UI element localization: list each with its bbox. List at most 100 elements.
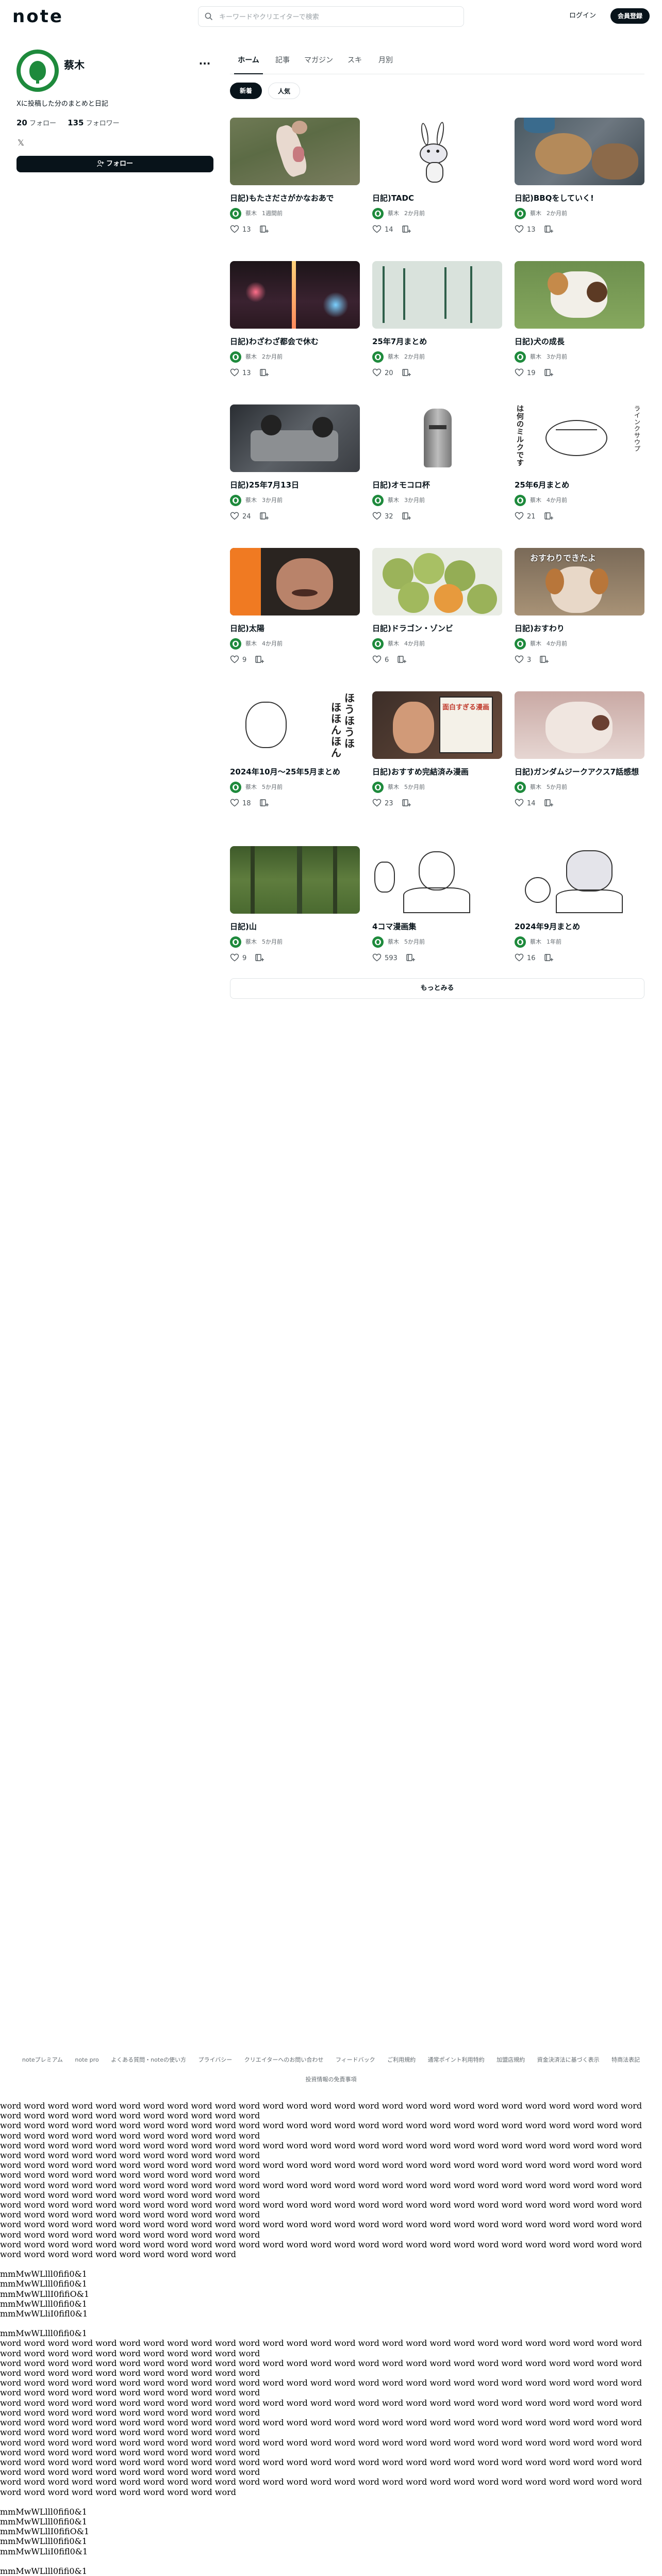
heart-icon[interactable] bbox=[372, 224, 382, 234]
magazine-add-icon[interactable] bbox=[259, 511, 269, 521]
footer-link[interactable]: note pro bbox=[75, 2056, 98, 2063]
article-card[interactable]: 2024年9月まとめ 蔡木 1年前 16 bbox=[515, 846, 644, 963]
author-avatar[interactable] bbox=[230, 208, 241, 219]
author-name[interactable]: 蔡木 bbox=[245, 210, 257, 217]
author-name[interactable]: 蔡木 bbox=[530, 497, 541, 504]
footer-link[interactable]: 投資情報の免責事項 bbox=[306, 2076, 357, 2083]
author-name[interactable]: 蔡木 bbox=[245, 640, 257, 647]
heart-icon[interactable] bbox=[230, 655, 239, 664]
magazine-add-icon[interactable] bbox=[397, 655, 407, 664]
magazine-add-icon[interactable] bbox=[255, 655, 264, 664]
article-thumbnail[interactable] bbox=[230, 846, 360, 914]
heart-icon[interactable] bbox=[372, 368, 382, 377]
article-title[interactable]: 日記)山 bbox=[230, 921, 360, 932]
article-thumbnail[interactable]: 面白すぎる漫画 bbox=[372, 691, 502, 759]
magazine-add-icon[interactable] bbox=[544, 953, 553, 962]
note-logo[interactable]: note bbox=[12, 7, 63, 26]
magazine-add-icon[interactable] bbox=[544, 224, 553, 234]
follow-button[interactable]: フォロー bbox=[16, 156, 213, 172]
search-box[interactable] bbox=[198, 6, 464, 27]
author-name[interactable]: 蔡木 bbox=[530, 210, 541, 217]
article-card[interactable]: ほうほうほ ほほんほん 2024年10月〜25年5月まとめ 蔡木 5か月前 18 bbox=[230, 691, 360, 808]
magazine-add-icon[interactable] bbox=[544, 368, 553, 377]
author-avatar[interactable] bbox=[515, 936, 526, 948]
article-thumbnail[interactable] bbox=[372, 548, 502, 615]
tab-magazine[interactable]: マガジン bbox=[302, 52, 335, 74]
heart-icon[interactable] bbox=[515, 655, 524, 664]
article-thumbnail[interactable] bbox=[372, 261, 502, 329]
article-card[interactable]: 面白すぎる漫画 日記)おすすめ完結済み漫画 蔡木 5か月前 23 bbox=[372, 691, 502, 808]
article-title[interactable]: 25年7月まとめ bbox=[372, 336, 502, 347]
magazine-add-icon[interactable] bbox=[402, 798, 411, 807]
author-name[interactable]: 蔡木 bbox=[245, 784, 257, 790]
heart-icon[interactable] bbox=[230, 511, 239, 521]
article-title[interactable]: 日記)犬の成長 bbox=[515, 336, 644, 347]
follower-count[interactable]: 135 bbox=[68, 118, 84, 127]
x-logo-icon[interactable]: 𝕏 bbox=[18, 138, 27, 148]
load-more-button[interactable]: もっとみる bbox=[230, 978, 644, 999]
footer-link[interactable]: noteプレミアム bbox=[22, 2056, 63, 2063]
magazine-add-icon[interactable] bbox=[259, 368, 269, 377]
author-avatar[interactable] bbox=[230, 782, 241, 793]
article-title[interactable]: 日記)ガンダムジークアクス7話感想 bbox=[515, 766, 644, 777]
author-avatar[interactable] bbox=[515, 782, 526, 793]
magazine-add-icon[interactable] bbox=[402, 224, 411, 234]
more-icon[interactable]: ··· bbox=[196, 58, 213, 72]
magazine-add-icon[interactable] bbox=[402, 511, 411, 521]
article-thumbnail[interactable] bbox=[515, 118, 644, 185]
article-thumbnail[interactable] bbox=[515, 691, 644, 759]
author-name[interactable]: 蔡木 bbox=[388, 210, 399, 217]
search-input[interactable] bbox=[218, 11, 455, 23]
article-thumbnail[interactable] bbox=[230, 404, 360, 472]
article-card[interactable]: 4コマ漫画集 蔡木 5か月前 593 bbox=[372, 846, 502, 963]
author-avatar[interactable] bbox=[230, 638, 241, 650]
article-card[interactable]: 日記)BBQをしていく! 蔡木 2か月前 13 bbox=[515, 118, 644, 235]
heart-icon[interactable] bbox=[230, 368, 239, 377]
article-title[interactable]: 日記)太陽 bbox=[230, 623, 360, 634]
filter-popular[interactable]: 人気 bbox=[268, 83, 300, 99]
signup-button[interactable]: 会員登録 bbox=[610, 8, 650, 24]
author-avatar[interactable] bbox=[372, 936, 384, 948]
article-thumbnail[interactable]: は何のミルクです ラインクサウプ bbox=[515, 404, 644, 472]
author-name[interactable]: 蔡木 bbox=[388, 497, 399, 504]
author-name[interactable]: 蔡木 bbox=[388, 353, 399, 360]
magazine-add-icon[interactable] bbox=[255, 953, 264, 962]
heart-icon[interactable] bbox=[372, 953, 382, 962]
article-title[interactable]: 日記)もたさださがかなおあで bbox=[230, 192, 360, 204]
article-title[interactable]: 日記)ドラゴン・ゾンビ bbox=[372, 623, 502, 634]
article-card[interactable]: 日記)わざわざ都会で休む 蔡木 2か月前 13 bbox=[230, 261, 360, 378]
article-card[interactable]: 日記)25年7月13日 蔡木 3か月前 24 bbox=[230, 404, 360, 522]
author-avatar[interactable] bbox=[515, 208, 526, 219]
article-card[interactable]: 日記)山 蔡木 5か月前 9 bbox=[230, 846, 360, 963]
follower-label[interactable]: フォロワー bbox=[86, 120, 120, 127]
article-title[interactable]: 4コマ漫画集 bbox=[372, 921, 502, 932]
article-thumbnail[interactable]: おすわりできたよ bbox=[515, 548, 644, 615]
article-card[interactable]: 25年7月まとめ 蔡木 2か月前 20 bbox=[372, 261, 502, 378]
heart-icon[interactable] bbox=[230, 224, 239, 234]
article-title[interactable]: 日記)TADC bbox=[372, 192, 502, 204]
footer-link[interactable]: ご利用規約 bbox=[387, 2056, 416, 2063]
author-name[interactable]: 蔡木 bbox=[530, 640, 541, 647]
heart-icon[interactable] bbox=[515, 798, 524, 807]
footer-link[interactable]: フィードバック bbox=[336, 2056, 375, 2063]
article-thumbnail[interactable] bbox=[372, 118, 502, 185]
article-title[interactable]: 2024年10月〜25年5月まとめ bbox=[230, 766, 360, 777]
article-title[interactable]: 日記)BBQをしていく! bbox=[515, 192, 644, 204]
author-avatar[interactable] bbox=[372, 782, 384, 793]
author-avatar[interactable] bbox=[230, 495, 241, 506]
author-name[interactable]: 蔡木 bbox=[388, 640, 399, 647]
article-title[interactable]: 日記)わざわざ都会で休む bbox=[230, 336, 360, 347]
article-card[interactable]: 日記)オモコロ杯 蔡木 3か月前 32 bbox=[372, 404, 502, 522]
heart-icon[interactable] bbox=[515, 368, 524, 377]
article-thumbnail[interactable] bbox=[230, 118, 360, 185]
author-avatar[interactable] bbox=[372, 495, 384, 506]
footer-link[interactable]: 加盟店規約 bbox=[496, 2056, 525, 2063]
article-thumbnail[interactable] bbox=[230, 261, 360, 329]
article-title[interactable]: 2024年9月まとめ bbox=[515, 921, 644, 932]
author-avatar[interactable] bbox=[372, 638, 384, 650]
author-name[interactable]: 蔡木 bbox=[388, 938, 399, 945]
author-name[interactable]: 蔡木 bbox=[245, 353, 257, 360]
footer-link[interactable]: 通常ポイント利用特約 bbox=[428, 2056, 485, 2063]
author-name[interactable]: 蔡木 bbox=[530, 353, 541, 360]
article-thumbnail[interactable]: ほうほうほ ほほんほん bbox=[230, 691, 360, 759]
